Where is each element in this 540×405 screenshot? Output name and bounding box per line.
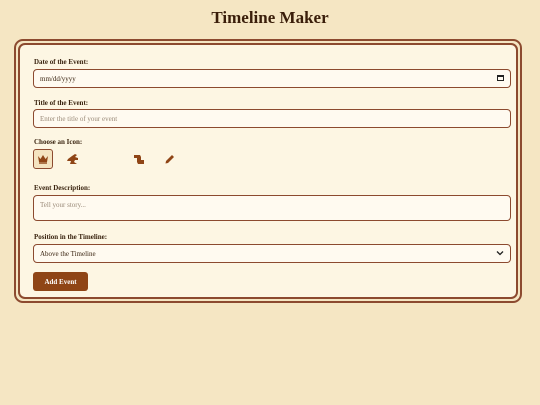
- scroll-icon[interactable]: [129, 149, 149, 169]
- title-label: Title of the Event:: [34, 99, 89, 107]
- position-label: Position in the Timeline:: [34, 233, 108, 241]
- position-selected: Above the Timeline: [40, 249, 96, 258]
- crown-icon[interactable]: [33, 149, 53, 169]
- horse-icon[interactable]: [63, 149, 83, 169]
- date-label: Date of the Event:: [34, 58, 89, 66]
- position-select[interactable]: Above the Timeline: [33, 244, 511, 263]
- description-placeholder: Tell your story...: [40, 201, 86, 209]
- description-label: Event Description:: [34, 184, 91, 192]
- form-card-frame: Date of the Event: mm/dd/yyyy Title of t…: [14, 39, 522, 303]
- title-input[interactable]: Enter the title of your event: [33, 109, 511, 128]
- date-value: mm/dd/yyyy: [40, 74, 76, 83]
- ship-icon[interactable]: [93, 149, 113, 169]
- icon-label: Choose an Icon:: [34, 138, 83, 146]
- pen-icon[interactable]: [159, 149, 179, 169]
- chevron-down-icon: [496, 251, 504, 256]
- title-placeholder: Enter the title of your event: [40, 114, 118, 123]
- event-form: Date of the Event: mm/dd/yyyy Title of t…: [18, 43, 518, 299]
- description-textarea[interactable]: Tell your story...: [33, 195, 511, 221]
- calendar-icon[interactable]: [497, 75, 504, 81]
- add-event-button[interactable]: Add Event: [33, 272, 88, 291]
- page-title: Timeline Maker: [211, 8, 329, 27]
- date-input[interactable]: mm/dd/yyyy: [33, 69, 511, 88]
